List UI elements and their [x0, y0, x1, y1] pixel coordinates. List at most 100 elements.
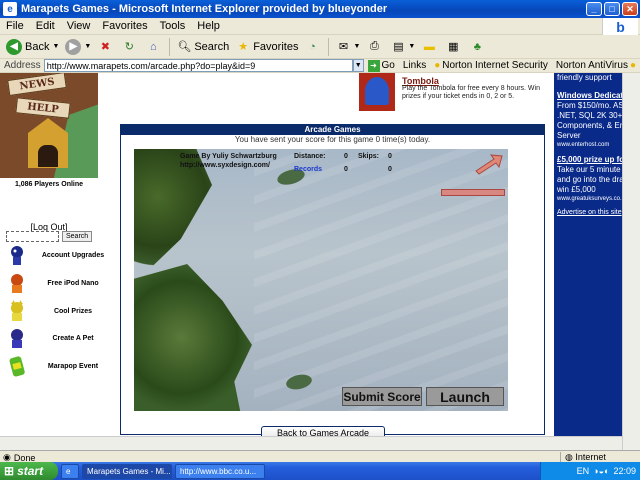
- system-tray: EN ◑◒◐ 22:09: [540, 462, 640, 480]
- forward-button[interactable]: ▶ ▼: [62, 36, 94, 58]
- norton-antivirus-label: Norton AntiVirus: [555, 60, 628, 71]
- horizontal-scrollbar[interactable]: [0, 436, 622, 450]
- address-input[interactable]: http://www.marapets.com/arcade.php?do=pl…: [43, 59, 353, 72]
- tray-icons[interactable]: ◑◒◐: [593, 466, 609, 476]
- back-label: Back: [25, 40, 50, 53]
- norton-security-button[interactable]: ● Norton Internet Security: [430, 60, 552, 71]
- sidebar-item-free-ipod[interactable]: Free iPod Nano: [6, 271, 118, 295]
- tombola-image[interactable]: [359, 73, 395, 111]
- skips-value: 0: [388, 153, 392, 160]
- mail-button[interactable]: ✉ ▼: [332, 36, 363, 58]
- refresh-icon: ↻: [124, 41, 134, 53]
- vertical-scrollbar[interactable]: [622, 73, 640, 450]
- stop-button[interactable]: ✖: [94, 36, 118, 58]
- taskbar: ⊞ start e Marapets Games - Mi... http://…: [0, 462, 640, 480]
- refresh-button[interactable]: ↻: [118, 36, 142, 58]
- sidebar-item-label: Free iPod Nano: [47, 279, 99, 287]
- distance-label: Distance:: [294, 153, 326, 160]
- pet-icon: [6, 326, 28, 350]
- start-button[interactable]: ⊞ start: [0, 462, 58, 480]
- sidebar-search-button[interactable]: Search: [62, 231, 93, 242]
- back-button[interactable]: ◀ Back ▼: [3, 36, 62, 58]
- go-arrow-icon: ➜: [367, 59, 380, 72]
- go-button[interactable]: ➜ Go: [364, 59, 399, 72]
- sidebar-search: Search: [6, 231, 93, 242]
- print-button[interactable]: ⎙: [363, 36, 387, 58]
- edit-button[interactable]: ▤ ▼: [387, 36, 418, 58]
- forward-arrow-icon: ▶: [65, 38, 82, 55]
- home-button[interactable]: ⌂: [142, 36, 166, 58]
- menu-edit[interactable]: Edit: [30, 20, 61, 32]
- favorites-button[interactable]: ★ Favorites: [232, 36, 301, 58]
- stop-icon: ✖: [100, 41, 110, 53]
- home-icon: ⌂: [150, 40, 157, 53]
- links-button[interactable]: Links: [399, 60, 430, 71]
- printer-icon: ⎙: [369, 40, 379, 52]
- island-bottom: [134, 264, 252, 411]
- menu-favorites[interactable]: Favorites: [96, 20, 153, 32]
- discuss-button[interactable]: ▬: [418, 36, 442, 58]
- creature-icon: [6, 271, 28, 295]
- zone-text: Internet: [575, 452, 606, 462]
- sidebar-item-label: Marapop Event: [47, 362, 99, 370]
- maximize-button[interactable]: □: [604, 2, 620, 16]
- task-bbc[interactable]: http://www.bbc.co.u...: [175, 463, 265, 479]
- toolbar-separator: [169, 37, 171, 56]
- address-label: Address: [4, 60, 41, 71]
- doghouse-door: [38, 145, 58, 167]
- marapets-logo[interactable]: NEWS HELP: [0, 73, 98, 178]
- credit-author: Game By Yuliy Schwartzburg: [180, 153, 277, 160]
- ie-icon: e: [3, 2, 17, 16]
- players-online: 1,086 Players Online: [14, 181, 84, 188]
- globe-icon: ◍: [565, 452, 573, 462]
- edit-dropdown-icon[interactable]: ▼: [408, 43, 415, 50]
- title-bar[interactable]: e Marapets Games - Microsoft Internet Ex…: [0, 0, 640, 18]
- game-canvas[interactable]: Game By Yuliy Schwartzburg http://www.sy…: [134, 149, 508, 411]
- history-button[interactable]: ◔: [301, 36, 325, 58]
- research-button[interactable]: ▦: [442, 36, 466, 58]
- go-label: Go: [381, 60, 395, 71]
- address-dropdown-icon[interactable]: ▼: [352, 59, 364, 72]
- norton-icon: ●: [434, 60, 441, 71]
- sidebar-item-marapop-event[interactable]: Marapop Event: [6, 354, 118, 378]
- url-text: http://www.marapets.com/arcade.php?do=pl…: [46, 60, 256, 71]
- task-marapets[interactable]: Marapets Games - Mi...: [82, 463, 172, 479]
- left-sidebar: NEWS HELP 1,086 Players Online [Log Out]…: [0, 73, 118, 450]
- menu-help[interactable]: Help: [191, 20, 226, 32]
- bird-icon: [6, 243, 28, 267]
- launch-button[interactable]: Launch: [426, 387, 504, 406]
- back-dropdown-icon[interactable]: ▼: [52, 43, 59, 50]
- magnifier-icon: 🔍︎: [177, 41, 192, 53]
- page-content: NEWS HELP 1,086 Players Online [Log Out]…: [0, 73, 640, 450]
- research-icon: ▦: [448, 41, 459, 53]
- sidebar-search-input[interactable]: [6, 231, 59, 242]
- sidebar-item-account-upgrades[interactable]: Account Upgrades: [6, 243, 118, 267]
- toolbar-separator: [328, 37, 330, 56]
- credit-url: http://www.syxdesign.com/: [180, 162, 270, 169]
- mail-dropdown-icon[interactable]: ▼: [353, 43, 360, 50]
- edit-icon: ▤: [393, 41, 404, 53]
- norton-antivirus-button[interactable]: Norton AntiVirus ●: [552, 60, 640, 71]
- minimize-button[interactable]: _: [586, 2, 602, 16]
- tombola-creature: [365, 77, 389, 105]
- sidebar-item-create-a-pet[interactable]: Create A Pet: [6, 326, 118, 350]
- clock[interactable]: 22:09: [613, 466, 636, 476]
- language-indicator[interactable]: EN: [577, 466, 590, 476]
- quicklaunch-ie-icon[interactable]: e: [61, 463, 79, 479]
- norton-av-icon: ●: [629, 60, 636, 71]
- close-button[interactable]: ✕: [622, 2, 638, 16]
- submit-score-button[interactable]: Submit Score: [342, 387, 422, 406]
- messenger-button[interactable]: ♣: [466, 36, 490, 58]
- score-message: You have sent your score for this game 0…: [120, 135, 545, 146]
- sidebar-item-label: Create A Pet: [52, 334, 94, 342]
- sidebar-item-cool-prizes[interactable]: Cool Prizes: [6, 299, 118, 323]
- search-label: Search: [194, 40, 230, 53]
- windows-logo-icon: b: [602, 18, 638, 35]
- forward-dropdown-icon[interactable]: ▼: [84, 43, 91, 50]
- menu-file[interactable]: File: [0, 20, 30, 32]
- records-value-distance: 0: [344, 166, 348, 173]
- direction-arrow-icon: [475, 154, 503, 175]
- menu-tools[interactable]: Tools: [154, 20, 192, 32]
- search-button[interactable]: 🔍︎ Search: [173, 36, 232, 58]
- menu-view[interactable]: View: [61, 20, 97, 32]
